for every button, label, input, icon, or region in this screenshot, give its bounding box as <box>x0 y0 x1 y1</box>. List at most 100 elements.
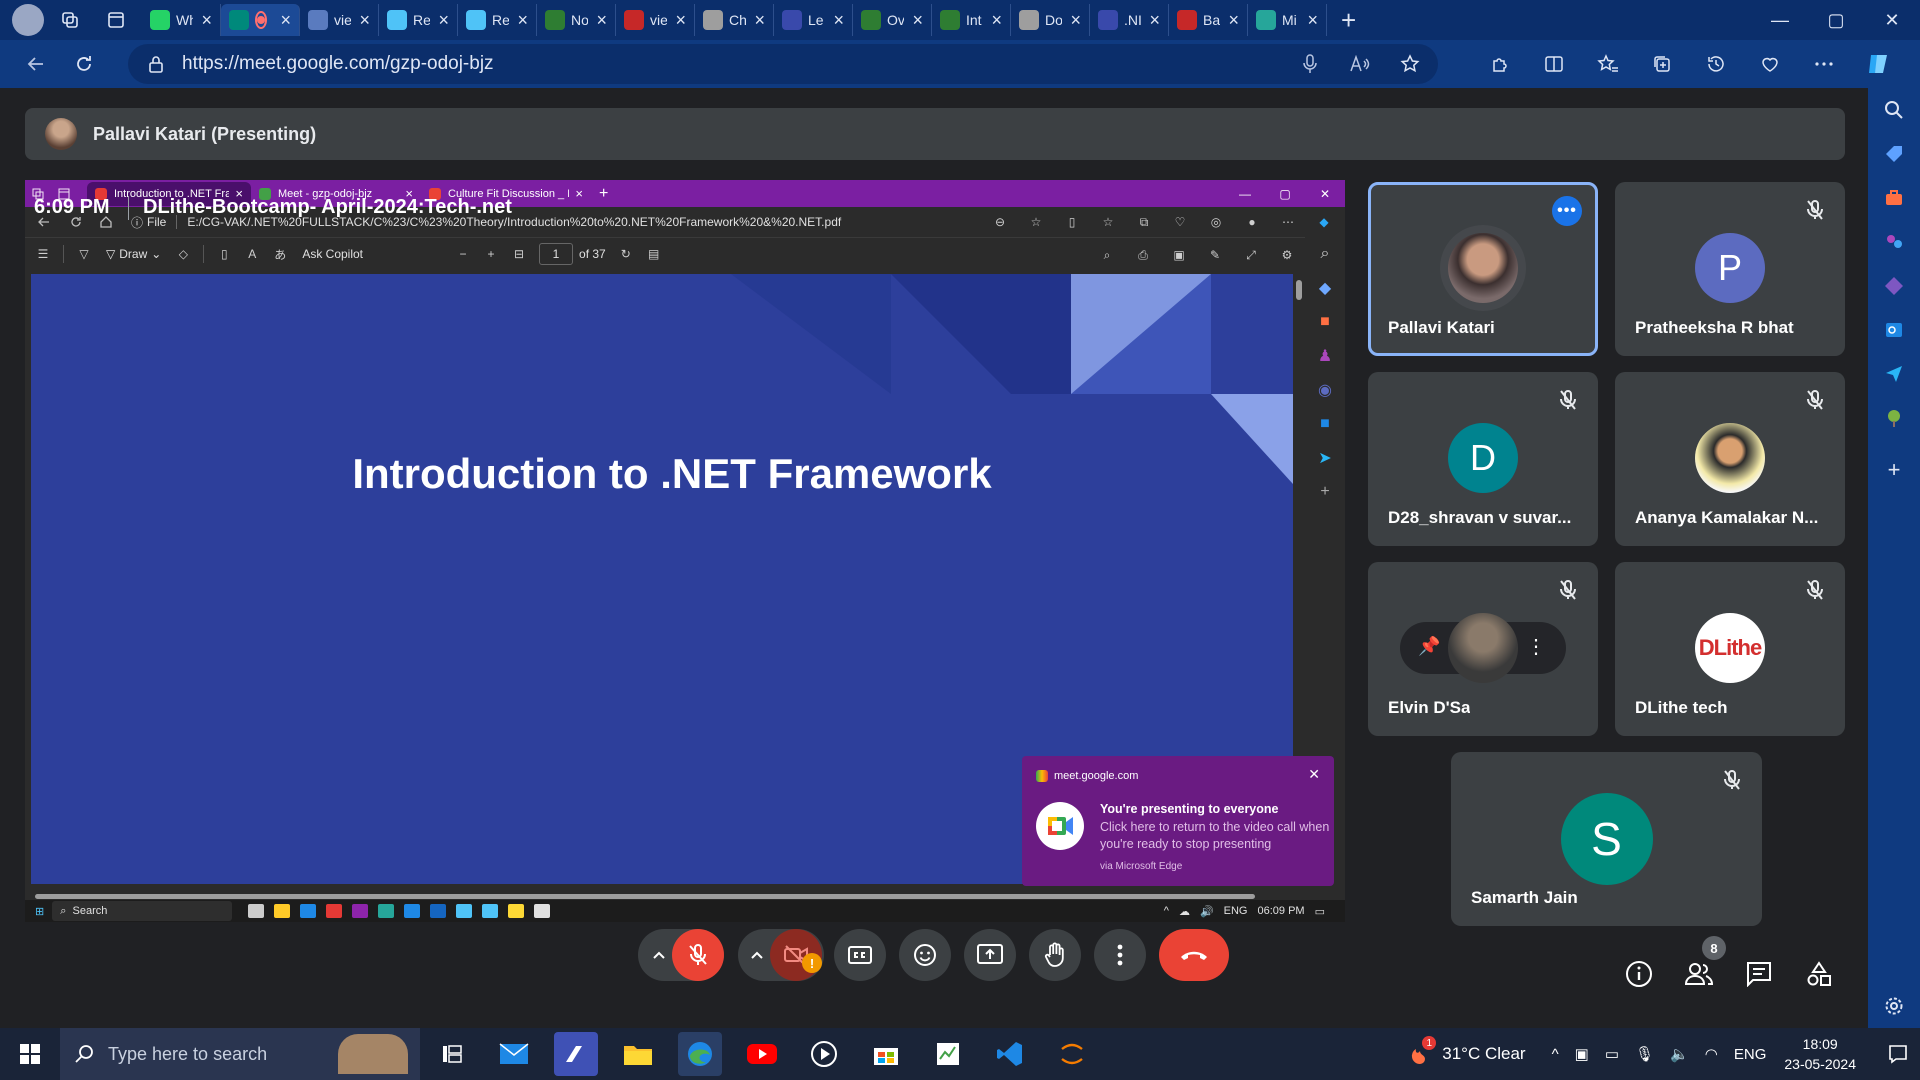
taskbar-search-box[interactable]: Type here to search <box>60 1028 420 1080</box>
tab-close-icon[interactable]: × <box>438 10 449 31</box>
tab-close-icon[interactable]: × <box>280 10 291 31</box>
sidebar-add-icon[interactable]: + <box>1868 448 1920 492</box>
history-icon[interactable] <box>1696 44 1736 84</box>
task-view-icon[interactable] <box>430 1032 474 1076</box>
meeting-details-button[interactable] <box>1619 954 1659 994</box>
sidebar-settings-icon[interactable] <box>1868 984 1920 1028</box>
media-player-icon[interactable] <box>802 1032 846 1076</box>
presenting-notification[interactable]: meet.google.com ✕ You're presenting to e… <box>1022 756 1334 886</box>
copilot-icon[interactable] <box>1858 44 1898 84</box>
tray-volume-icon[interactable]: 🔈 <box>1670 1045 1689 1063</box>
read-aloud-icon[interactable] <box>1346 52 1374 76</box>
audio-options-caret[interactable] <box>644 929 674 981</box>
maximize-button[interactable]: ▢ <box>1808 0 1864 40</box>
edge-app-icon[interactable] <box>678 1032 722 1076</box>
browser-tab[interactable]: Wh × <box>142 4 221 36</box>
refresh-icon[interactable] <box>62 42 106 86</box>
sidebar-send-icon[interactable] <box>1868 352 1920 396</box>
sidebar-tools-icon[interactable] <box>1868 176 1920 220</box>
workspaces-icon[interactable] <box>50 0 90 40</box>
mail-app-icon[interactable] <box>492 1032 536 1076</box>
tray-datetime[interactable]: 18:09 23-05-2024 <box>1784 1034 1856 1074</box>
raise-hand-button[interactable] <box>1029 929 1081 981</box>
browser-tab[interactable]: Mi × <box>1248 4 1327 36</box>
participant-tile[interactable]: S Samarth Jain <box>1451 752 1762 926</box>
store-app-icon[interactable] <box>864 1032 908 1076</box>
tab-close-icon[interactable]: × <box>675 10 686 31</box>
tray-chevron-icon[interactable]: ^ <box>1552 1046 1559 1063</box>
sidebar-copilot-icon[interactable] <box>1868 264 1920 308</box>
tab-close-icon[interactable]: × <box>596 10 607 31</box>
profile-avatar[interactable] <box>12 4 44 36</box>
browser-tab[interactable]: Ch × <box>695 4 774 36</box>
collections-icon[interactable] <box>1642 44 1682 84</box>
favorites-icon[interactable] <box>1588 44 1628 84</box>
present-button[interactable] <box>964 929 1016 981</box>
lock-icon[interactable] <box>146 54 166 74</box>
microphone-off-button[interactable] <box>672 929 724 981</box>
participant-tile[interactable]: DLithe DLithe tech <box>1615 562 1845 736</box>
youtube-app-icon[interactable] <box>740 1032 784 1076</box>
performance-icon[interactable] <box>1750 44 1790 84</box>
sidebar-tag-icon[interactable] <box>1868 132 1920 176</box>
tile-options-icon[interactable]: ••• <box>1552 196 1582 226</box>
tray-mic-icon[interactable]: 🎙 <box>1635 1045 1654 1063</box>
browser-tab[interactable]: Int × <box>932 4 1011 36</box>
tray-battery-icon[interactable]: ▭ <box>1605 1045 1619 1063</box>
weather-widget[interactable]: 1 31°C Clear <box>1408 1036 1526 1066</box>
video-options-caret[interactable] <box>742 929 772 981</box>
browser-tab[interactable]: vie × <box>300 4 379 36</box>
browser-tab[interactable]: No × <box>537 4 616 36</box>
powerapps-icon[interactable] <box>554 1032 598 1076</box>
microphone-icon[interactable] <box>1296 52 1324 76</box>
pin-icon[interactable]: 📌 <box>1418 636 1440 657</box>
tab-close-icon[interactable]: × <box>1307 10 1318 31</box>
sidebar-games-icon[interactable] <box>1868 220 1920 264</box>
notification-center-icon[interactable] <box>1876 1028 1920 1080</box>
browser-tab[interactable]: Re × <box>379 4 458 36</box>
sidebar-tree-icon[interactable] <box>1868 396 1920 440</box>
participant-tile[interactable]: ••• Pallavi Katari <box>1368 182 1598 356</box>
more-options-button[interactable] <box>1094 929 1146 981</box>
url-text[interactable]: https://meet.google.com/gzp-odoj-bjz <box>182 53 494 75</box>
browser-tab[interactable]: Do × <box>1011 4 1090 36</box>
browser-tab[interactable]: Re × <box>458 4 537 36</box>
notification-close-icon[interactable]: ✕ <box>1308 766 1320 783</box>
new-tab-button[interactable]: + <box>1341 5 1356 36</box>
tile-more-icon[interactable]: ⋮ <box>1526 634 1546 659</box>
url-bar[interactable]: https://meet.google.com/gzp-odoj-bjz <box>128 44 1438 84</box>
sidebar-search-icon[interactable] <box>1868 88 1920 132</box>
close-window-button[interactable]: ✕ <box>1864 0 1920 40</box>
browser-tab[interactable]: vie × <box>616 4 695 36</box>
activities-button[interactable] <box>1799 954 1839 994</box>
browser-tab[interactable]: Ov × <box>853 4 932 36</box>
split-screen-icon[interactable] <box>1534 44 1574 84</box>
participant-tile[interactable]: P Pratheeksha R bhat <box>1615 182 1845 356</box>
browser-tab[interactable]: .NI × <box>1090 4 1169 36</box>
tab-close-icon[interactable]: × <box>991 10 1002 31</box>
tab-close-icon[interactable]: × <box>517 10 528 31</box>
tab-close-icon[interactable]: × <box>912 10 923 31</box>
captions-button[interactable] <box>834 929 886 981</box>
jupyter-app-icon[interactable] <box>1050 1032 1094 1076</box>
tab-close-icon[interactable]: × <box>359 10 370 31</box>
tab-close-icon[interactable]: × <box>833 10 844 31</box>
spreadsheet-app-icon[interactable] <box>926 1032 970 1076</box>
reactions-button[interactable] <box>899 929 951 981</box>
extensions-icon[interactable] <box>1480 44 1520 84</box>
participant-tile[interactable]: 📌 ⋮ Elvin D'Sa <box>1368 562 1598 736</box>
leave-call-button[interactable] <box>1159 929 1229 981</box>
windows-start-icon[interactable] <box>0 1028 60 1080</box>
tab-close-icon[interactable]: × <box>1228 10 1239 31</box>
file-explorer-icon[interactable] <box>616 1032 660 1076</box>
tray-network-icon[interactable]: ▣ <box>1575 1045 1589 1063</box>
participant-tile[interactable]: D D28_shravan v suvar... <box>1368 372 1598 546</box>
more-options-icon[interactable] <box>1804 44 1844 84</box>
tab-close-icon[interactable]: × <box>201 10 212 31</box>
people-button[interactable] <box>1679 954 1719 994</box>
tab-close-icon[interactable]: × <box>1149 10 1160 31</box>
browser-tab[interactable]: × <box>221 4 300 36</box>
browser-tab[interactable]: Le × <box>774 4 853 36</box>
tab-close-icon[interactable]: × <box>1070 10 1081 31</box>
chat-button[interactable] <box>1739 954 1779 994</box>
